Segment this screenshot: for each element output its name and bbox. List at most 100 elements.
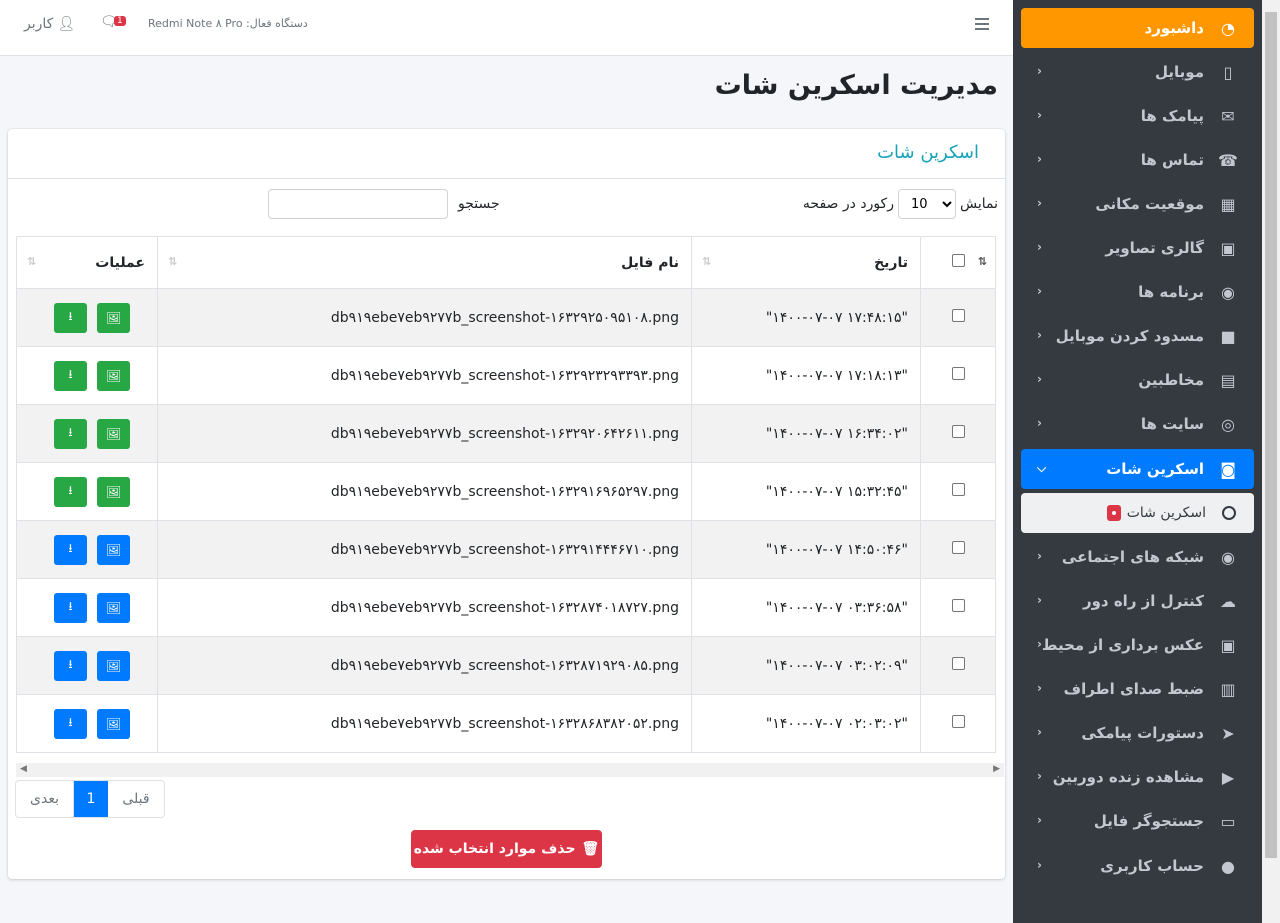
chevron-left-icon: ‹ bbox=[1037, 725, 1042, 739]
delete-selected-button[interactable]: 🗑︎ حذف موارد انتخاب شده bbox=[411, 830, 602, 868]
row-checkbox[interactable] bbox=[951, 425, 965, 438]
view-image-button[interactable]: 🖼︎ bbox=[97, 302, 130, 333]
table-row: "۱۴۰۰-۰۷-۰۷ ۱۷:۱۸:۱۳" db۹۱۹ebe۷eb۹۲۷۷b_sc… bbox=[16, 346, 996, 405]
sidebar-item[interactable]: ▣ گالری تصاویر ‹ bbox=[1021, 228, 1254, 268]
operations-cell: 🖼︎ ⭳ bbox=[16, 346, 158, 405]
date-cell: "۱۴۰۰-۰۷-۰۷ ۱۷:۱۸:۱۳" bbox=[691, 346, 921, 405]
sidebar: ◔ داشبورد ▯ موبایل ‹ ✉ پیامک ها ‹ ☎ تماس ها ‹ ▦ موقع… bbox=[1013, 0, 1262, 923]
row-checkbox[interactable] bbox=[951, 367, 965, 380]
chevron-left-icon: ‹ bbox=[1037, 328, 1042, 342]
image-icon: 🖼︎ bbox=[105, 658, 122, 673]
messages-button[interactable]: 🗨︎ 1 bbox=[100, 14, 126, 30]
sidebar-item[interactable]: ▶ مشاهده زنده دوربین ‹ bbox=[1021, 757, 1254, 797]
sidebar-item[interactable]: ▣ عکس برداری از محیط ‹ bbox=[1021, 625, 1254, 665]
select-all-checkbox[interactable] bbox=[951, 254, 965, 267]
vertical-scrollbar[interactable] bbox=[1262, 0, 1280, 923]
next-page-button[interactable]: بعدی bbox=[16, 781, 74, 817]
chevron-left-icon: ‹ bbox=[1037, 769, 1042, 783]
sidebar-item[interactable]: ☁ کنترل از راه دور ‹ bbox=[1021, 581, 1254, 621]
page-length-select[interactable]: 10 bbox=[897, 189, 956, 219]
download-button[interactable]: ⭳ bbox=[54, 650, 87, 681]
view-image-button[interactable]: 🖼︎ bbox=[97, 708, 130, 739]
download-button[interactable]: ⭳ bbox=[54, 708, 87, 739]
row-checkbox[interactable] bbox=[951, 541, 965, 554]
view-image-button[interactable]: 🖼︎ bbox=[97, 360, 130, 391]
sidebar-item[interactable]: ➤ دستورات پیامکی ‹ bbox=[1021, 713, 1254, 753]
operations-cell: 🖼︎ ⭳ bbox=[16, 404, 158, 463]
select-all-header: ⇅ bbox=[920, 236, 996, 289]
trash-icon: 🗑︎ bbox=[581, 841, 600, 857]
audio-file-icon: ▥ bbox=[1220, 679, 1236, 699]
table-row: "۱۴۰۰-۰۷-۰۷ ۰۳:۳۶:۵۸" db۹۱۹ebe۷eb۹۲۷۷b_sc… bbox=[16, 578, 996, 637]
view-image-button[interactable]: 🖼︎ bbox=[97, 418, 130, 449]
sort-icon[interactable]: ⇅ bbox=[978, 255, 987, 268]
chevron-left-icon: ‹ bbox=[1037, 858, 1042, 872]
date-column-header[interactable]: تاریخ ⇅ bbox=[691, 236, 921, 289]
gamepad-icon: ◉ bbox=[1221, 282, 1235, 302]
sidebar-item[interactable]: ✉ پیامک ها ‹ bbox=[1021, 96, 1254, 136]
sidebar-item[interactable]: ▦ موقعیت مکانی ‹ bbox=[1021, 184, 1254, 224]
table-row: "۱۴۰۰-۰۷-۰۷ ۰۲:۰۳:۰۲" db۹۱۹ebe۷eb۹۲۷۷b_sc… bbox=[16, 694, 996, 753]
sidebar-item[interactable]: ▥ ضبط صدای اطراف ‹ bbox=[1021, 669, 1254, 709]
view-image-button[interactable]: 🖼︎ bbox=[97, 650, 130, 681]
filename-cell: db۹۱۹ebe۷eb۹۲۷۷b_screenshot-۱۶۳۲۸۶۸۳۸۲۰۵… bbox=[157, 694, 692, 753]
download-button[interactable]: ⭳ bbox=[54, 360, 87, 391]
envelope-icon: ✉ bbox=[1221, 106, 1235, 126]
sidebar-item[interactable]: ☎ تماس ها ‹ bbox=[1021, 140, 1254, 180]
view-image-button[interactable]: 🖼︎ bbox=[97, 476, 130, 507]
view-image-button[interactable]: 🖼︎ bbox=[97, 534, 130, 565]
chevron-left-icon: ‹ bbox=[1037, 593, 1042, 607]
row-checkbox-cell bbox=[920, 346, 996, 405]
card-header: اسکرین شات bbox=[8, 129, 1005, 179]
screenshots-table: ⇅ تاریخ ⇅ نام فایل ⇅ عملیات ⇅ "۱۴۰۰-۰۷-۰۷ ۱… bbox=[16, 236, 996, 753]
operations-column-header[interactable]: عملیات ⇅ bbox=[16, 236, 158, 289]
previous-page-button[interactable]: قبلی bbox=[108, 781, 164, 817]
row-checkbox[interactable] bbox=[951, 657, 965, 670]
sidebar-subitem-screenshot[interactable]: اسکرین شات bbox=[1021, 493, 1254, 533]
sidebar-item[interactable]: ◔ داشبورد bbox=[1021, 8, 1254, 48]
page-1-button[interactable]: 1 bbox=[74, 781, 108, 817]
row-checkbox[interactable] bbox=[951, 309, 965, 322]
sidebar-item[interactable]: ▯ موبایل ‹ bbox=[1021, 52, 1254, 92]
sidebar-item-label: مشاهده زنده دوربین bbox=[1052, 768, 1204, 786]
search-input[interactable] bbox=[268, 189, 448, 219]
download-button[interactable]: ⭳ bbox=[54, 418, 87, 449]
date-cell: "۱۴۰۰-۰۷-۰۷ ۱۶:۳۴:۰۲" bbox=[691, 404, 921, 463]
operations-cell: 🖼︎ ⭳ bbox=[16, 694, 158, 753]
sidebar-item[interactable]: ◙ اسکرین شات ⌵ bbox=[1021, 449, 1254, 489]
user-menu[interactable]: 👤︎ کاربر bbox=[24, 16, 75, 32]
filename-cell: db۹۱۹ebe۷eb۹۲۷۷b_screenshot-۱۶۳۲۸۷۴۰۱۸۷۲… bbox=[157, 578, 692, 637]
view-image-button[interactable]: 🖼︎ bbox=[97, 592, 130, 623]
sidebar-item-label: برنامه ها bbox=[1138, 283, 1204, 301]
sidebar-item-label: کنترل از راه دور bbox=[1082, 592, 1204, 610]
chevron-left-icon: ‹ bbox=[1037, 64, 1042, 78]
sidebar-item[interactable]: ◎ سایت ها ‹ bbox=[1021, 404, 1254, 444]
sidebar-item-label: پیامک ها bbox=[1140, 107, 1204, 125]
active-device-label: دستگاه فعال: Redmi Note ۸ Pro bbox=[148, 17, 308, 30]
row-checkbox[interactable] bbox=[951, 715, 965, 728]
download-icon: ⭳ bbox=[68, 425, 73, 439]
user-icon: ● bbox=[1221, 856, 1235, 876]
sidebar-item[interactable]: ● حساب کاربری ‹ bbox=[1021, 846, 1254, 886]
menu-toggle-icon[interactable] bbox=[975, 18, 989, 30]
sidebar-item[interactable]: ◉ برنامه ها ‹ bbox=[1021, 272, 1254, 312]
sidebar-item-label: اسکرین شات bbox=[1106, 460, 1204, 478]
sidebar-item[interactable]: ◉ شبکه های اجتماعی ‹ bbox=[1021, 537, 1254, 577]
sidebar-item[interactable]: ▭ جستجوگر فایل ‹ bbox=[1021, 801, 1254, 841]
filename-column-header[interactable]: نام فایل ⇅ bbox=[157, 236, 692, 289]
download-button[interactable]: ⭳ bbox=[54, 592, 87, 623]
sidebar-item[interactable]: ▤ مخاطبین ‹ bbox=[1021, 360, 1254, 400]
date-cell: "۱۴۰۰-۰۷-۰۷ ۱۷:۴۸:۱۵" bbox=[691, 288, 921, 347]
user-icon: 👤︎ bbox=[57, 16, 76, 32]
sidebar-item-label: جستجوگر فایل bbox=[1093, 812, 1204, 830]
sidebar-item-label: مسدود کردن موبایل bbox=[1055, 327, 1204, 345]
sidebar-item[interactable]: ■ مسدود کردن موبایل ‹ bbox=[1021, 316, 1254, 356]
sidebar-item-label: تماس ها bbox=[1140, 151, 1204, 169]
row-checkbox[interactable] bbox=[951, 483, 965, 496]
horizontal-scrollbar[interactable]: ◀ ▶ bbox=[16, 763, 1004, 777]
download-button[interactable]: ⭳ bbox=[54, 534, 87, 565]
pagination: بعدی 1 قبلی bbox=[15, 780, 165, 818]
row-checkbox[interactable] bbox=[951, 599, 965, 612]
download-button[interactable]: ⭳ bbox=[54, 302, 87, 333]
download-button[interactable]: ⭳ bbox=[54, 476, 87, 507]
